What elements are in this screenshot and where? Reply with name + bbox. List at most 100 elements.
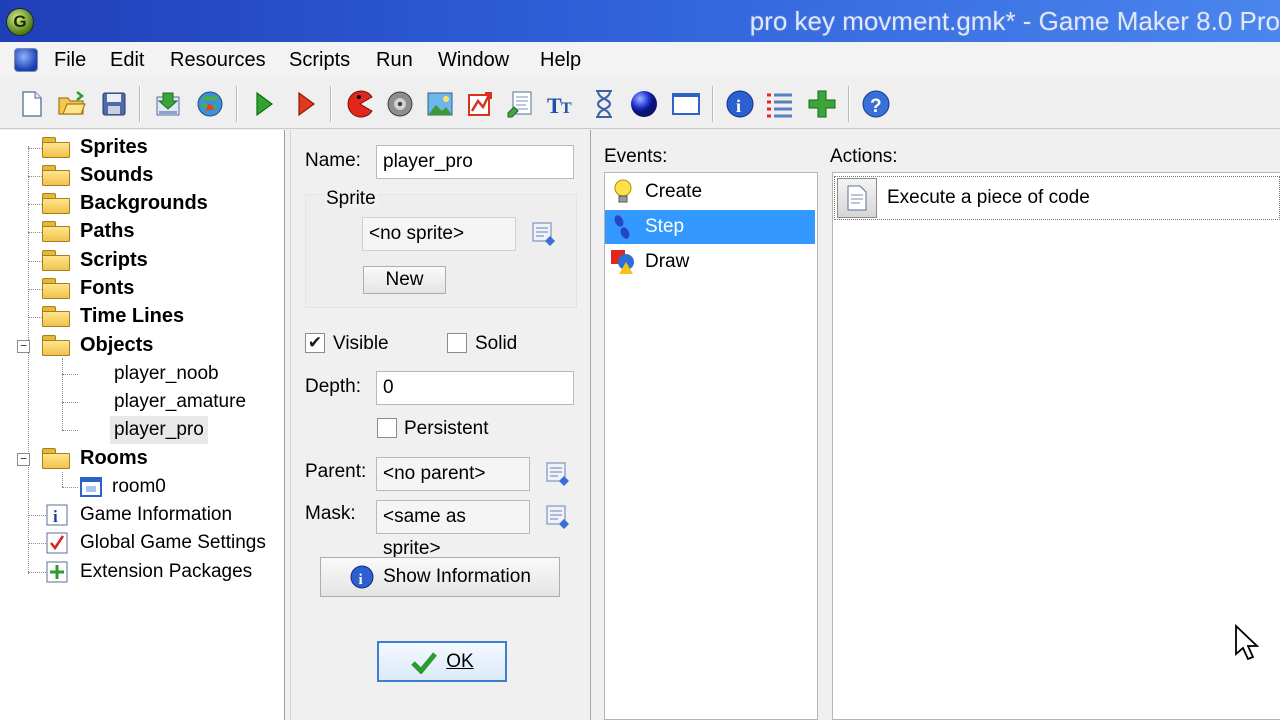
tree-label: Paths — [80, 219, 135, 242]
actions-list[interactable] — [832, 172, 1280, 720]
sprite-browse-icon[interactable] — [531, 221, 557, 247]
window-title: pro key movment.gmk* - Game Maker 8.0 Pr… — [749, 6, 1280, 36]
tree-game-information[interactable]: i Game Information — [46, 501, 232, 529]
tree-connector — [28, 204, 42, 205]
document-system-icon[interactable] — [14, 48, 38, 72]
collapse-rooms-toggle[interactable]: − — [17, 453, 30, 466]
global-settings-icon[interactable] — [764, 88, 796, 120]
parent-select[interactable]: <no parent> — [376, 457, 530, 491]
menu-window[interactable]: Window — [438, 48, 509, 72]
export-game-icon[interactable] — [152, 88, 184, 120]
tree-room-room0[interactable]: room0 — [80, 473, 166, 501]
mask-browse-icon[interactable] — [545, 504, 571, 530]
code-document-icon — [837, 178, 877, 218]
event-draw[interactable]: Draw — [605, 245, 815, 279]
event-create[interactable]: Create — [605, 175, 815, 209]
tree-folder-objects[interactable]: Objects — [42, 331, 153, 359]
name-label: Name: — [305, 150, 361, 171]
add-room-icon[interactable] — [670, 88, 702, 120]
event-label: Draw — [645, 251, 690, 272]
tree-label: Global Game Settings — [80, 532, 266, 553]
menu-run[interactable]: Run — [376, 48, 413, 72]
room-icon — [80, 477, 102, 497]
menu-help[interactable]: Help — [540, 48, 581, 72]
open-folder-icon[interactable] — [56, 88, 88, 120]
tree-connector — [28, 289, 42, 290]
tree-global-game-settings[interactable]: Global Game Settings — [46, 529, 266, 557]
toolbar-separator — [330, 86, 332, 122]
tree-folder-sprites[interactable]: Sprites — [42, 133, 148, 161]
tree-label: player_noob — [114, 363, 219, 384]
show-information-button[interactable]: i Show Information — [320, 557, 560, 597]
tree-connector — [62, 472, 63, 487]
menu-edit[interactable]: Edit — [110, 48, 144, 72]
footsteps-icon — [609, 213, 637, 241]
folder-icon — [42, 278, 70, 299]
tree-folder-scripts[interactable]: Scripts — [42, 246, 148, 274]
tree-label: Fonts — [80, 276, 135, 299]
menu-resources[interactable]: Resources — [170, 48, 266, 72]
svg-text:i: i — [359, 572, 363, 588]
tree-object-player-noob[interactable]: player_noob — [110, 360, 223, 388]
checkmark-icon — [411, 651, 438, 674]
tree-connector — [62, 402, 78, 403]
tree-label: Extension Packages — [80, 561, 253, 582]
extension-packages-icon[interactable] — [806, 88, 838, 120]
draw-shapes-icon — [609, 248, 637, 276]
tree-extension-packages[interactable]: Extension Packages — [46, 558, 252, 586]
add-timeline-icon[interactable] — [588, 88, 620, 120]
tree-object-player-amature[interactable]: player_amature — [110, 388, 250, 416]
tree-object-player-pro[interactable]: player_pro — [110, 416, 208, 444]
depth-label: Depth: — [305, 376, 361, 397]
game-information-icon[interactable]: i — [724, 88, 756, 120]
action-execute-code[interactable]: Execute a piece of code — [834, 176, 1280, 220]
name-input[interactable] — [376, 145, 574, 179]
add-object-icon[interactable] — [628, 88, 660, 120]
add-background-icon[interactable] — [424, 88, 456, 120]
tree-label: player_amature — [114, 391, 247, 412]
toolbar-separator — [848, 86, 850, 122]
folder-icon — [42, 448, 70, 469]
event-step[interactable]: Step — [605, 210, 815, 244]
add-path-icon[interactable] — [464, 88, 496, 120]
event-label: Create — [645, 181, 703, 202]
menu-scripts[interactable]: Scripts — [289, 48, 350, 72]
visible-checkbox[interactable]: ✔ — [305, 333, 325, 353]
mask-select[interactable]: <same as sprite> — [376, 500, 530, 559]
lightbulb-icon — [609, 178, 637, 206]
tree-folder-fonts[interactable]: Fonts — [42, 274, 134, 302]
tree-folder-backgrounds[interactable]: Backgrounds — [42, 189, 208, 217]
svg-text:?: ? — [870, 96, 882, 117]
persistent-checkbox[interactable] — [377, 418, 397, 438]
publish-icon[interactable] — [194, 88, 226, 120]
menu-file[interactable]: File — [54, 48, 86, 72]
tree-label: room0 — [112, 476, 166, 497]
run-icon[interactable] — [248, 88, 280, 120]
tree-folder-sounds[interactable]: Sounds — [42, 161, 153, 189]
app-icon[interactable]: G — [6, 8, 34, 36]
add-sound-icon[interactable] — [384, 88, 416, 120]
tree-connector — [28, 543, 46, 544]
add-font-icon[interactable]: TT — [546, 88, 578, 120]
tree-label: Objects — [80, 333, 154, 356]
tree-folder-paths[interactable]: Paths — [42, 217, 134, 245]
persistent-label: Persistent — [404, 418, 489, 439]
sprite-select[interactable]: <no sprite> — [362, 217, 516, 251]
new-file-icon[interactable] — [16, 88, 48, 120]
ok-button[interactable]: OK — [377, 641, 507, 682]
collapse-objects-toggle[interactable]: − — [17, 340, 30, 353]
save-icon[interactable] — [98, 88, 130, 120]
debug-icon[interactable] — [290, 88, 322, 120]
depth-input[interactable] — [376, 371, 574, 405]
tree-folder-time-lines[interactable]: Time Lines — [42, 302, 184, 330]
add-sprite-icon[interactable] — [344, 88, 376, 120]
parent-browse-icon[interactable] — [545, 461, 571, 487]
svg-text:i: i — [53, 507, 58, 526]
solid-checkbox[interactable] — [447, 333, 467, 353]
add-script-icon[interactable] — [504, 88, 536, 120]
help-icon[interactable]: ? — [860, 88, 892, 120]
tree-folder-rooms[interactable]: Rooms — [42, 444, 148, 472]
parent-label: Parent: — [305, 461, 367, 482]
tree-label: Rooms — [80, 446, 148, 469]
new-sprite-button[interactable]: New — [363, 266, 446, 294]
